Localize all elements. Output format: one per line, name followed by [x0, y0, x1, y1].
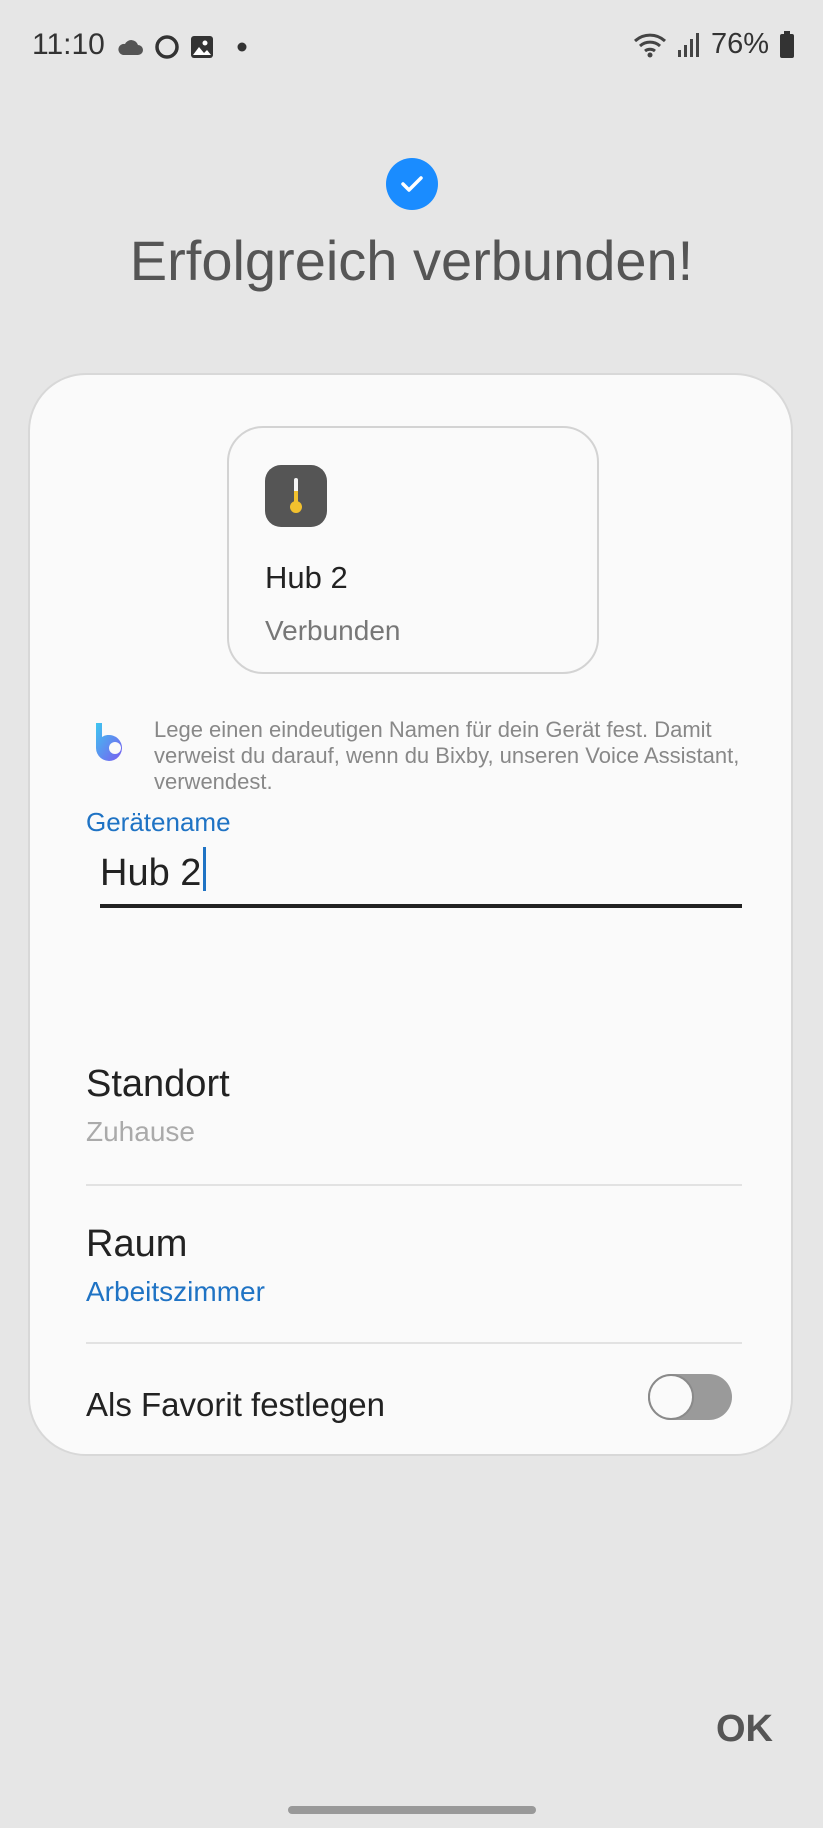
bixby-icon [96, 723, 122, 761]
page-title: Erfolgreich verbunden! [129, 229, 694, 292]
device-name-underline [100, 904, 742, 908]
device-name-value: Hub 2 [100, 852, 202, 894]
signal-icon [677, 32, 699, 57]
device-setup-card: Hub 2 Verbunden Lege einen eindeutigen N… [28, 373, 793, 1456]
location-title: Standort [86, 1063, 230, 1105]
text-caret [203, 847, 207, 891]
device-tile: Hub 2 Verbunden [227, 426, 599, 674]
thermometer-icon [265, 465, 327, 527]
ok-button[interactable]: OK [716, 1708, 773, 1751]
circle-icon [155, 35, 179, 59]
toggle-knob [648, 1374, 694, 1420]
room-row[interactable]: Raum Arbeitszimmer [86, 1223, 742, 1308]
device-name-input[interactable]: Hub 2 [100, 847, 207, 895]
success-check-icon [386, 158, 438, 210]
divider [86, 1342, 742, 1344]
battery-percentage: 76% [710, 28, 769, 60]
location-row[interactable]: Standort Zuhause [86, 1063, 742, 1148]
cloud-icon [118, 40, 143, 55]
dot-icon [237, 42, 247, 52]
room-title: Raum [86, 1223, 188, 1265]
device-status: Verbunden [265, 615, 401, 646]
home-indicator[interactable] [288, 1806, 536, 1814]
status-indicators: 76% [633, 28, 795, 61]
notification-icons [116, 30, 248, 64]
wifi-icon [633, 33, 666, 57]
room-value: Arbeitszimmer [86, 1276, 265, 1307]
status-time: 11:10 [32, 28, 105, 61]
favorite-toggle[interactable] [648, 1374, 732, 1420]
location-value: Zuhause [86, 1116, 195, 1147]
device-name: Hub 2 [265, 560, 348, 595]
status-bar: 11:10 76% [0, 0, 823, 92]
gallery-icon [191, 36, 213, 58]
divider [86, 1184, 742, 1186]
device-name-label: Gerätename [86, 807, 231, 837]
battery-icon [780, 30, 794, 58]
favorite-label: Als Favorit festlegen [86, 1386, 385, 1423]
bixby-hint-text: Lege einen eindeutigen Namen für dein Ge… [154, 717, 740, 794]
